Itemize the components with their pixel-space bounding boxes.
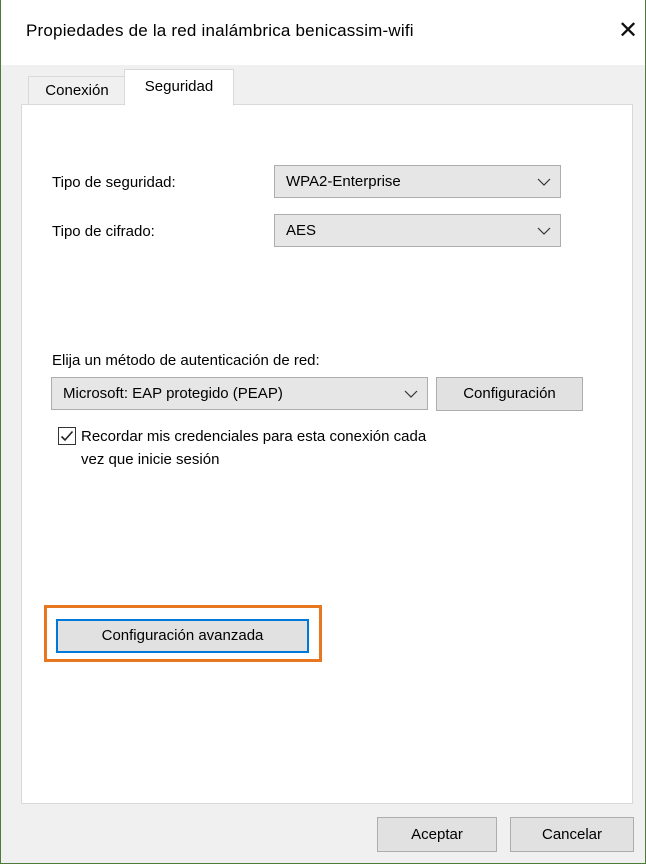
tab-conexion[interactable]: Conexión [28,76,126,104]
tab-seguridad[interactable]: Seguridad [124,69,234,106]
chevron-down-icon [404,390,418,398]
cipher-type-label: Tipo de cifrado: [52,223,155,240]
auth-method-select[interactable]: Microsoft: EAP protegido (PEAP) [51,377,428,410]
security-type-label: Tipo de seguridad: [52,174,176,191]
window-title: Propiedades de la red inalámbrica benica… [26,21,414,40]
auth-method-label: Elija un método de autenticación de red: [52,352,320,369]
checkmark-icon [60,430,74,442]
title-bar: Propiedades de la red inalámbrica benica… [1,0,645,65]
auth-method-value: Microsoft: EAP protegido (PEAP) [63,385,283,402]
remember-credentials-label-line1: Recordar mis credenciales para esta cone… [81,428,427,445]
remember-credentials-label-line2: vez que inicie sesión [81,451,220,468]
cipher-type-value: AES [286,222,317,239]
advanced-settings-button[interactable]: Configuración avanzada [56,619,309,653]
ok-button[interactable]: Aceptar [377,817,497,852]
chevron-down-icon [537,178,551,186]
auth-settings-button[interactable]: Configuración [436,377,583,411]
remember-credentials-checkbox[interactable] [58,427,76,445]
cancel-button[interactable]: Cancelar [510,817,634,852]
cipher-type-select[interactable]: AES [274,214,561,247]
security-type-value: WPA2-Enterprise [286,173,401,190]
chevron-down-icon [537,227,551,235]
close-button[interactable]: ✕ [613,14,643,48]
wireless-properties-dialog: Propiedades de la red inalámbrica benica… [0,0,646,864]
security-type-select[interactable]: WPA2-Enterprise [274,165,561,198]
close-icon: ✕ [617,17,639,44]
